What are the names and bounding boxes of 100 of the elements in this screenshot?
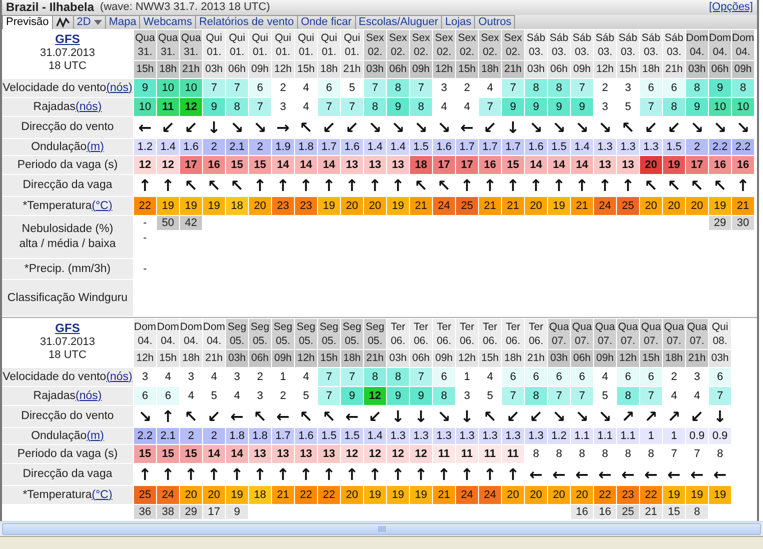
day-header: Sex 02. (433, 30, 455, 60)
day-header: Sex 02. (364, 30, 386, 60)
forecast-cell: 1.4 (571, 139, 593, 155)
forecast-cell: 16 (709, 156, 731, 174)
unit-link[interactable]: (nós) (76, 388, 102, 404)
forecast-cell: 9 (571, 98, 593, 116)
forecast-cell: 13 (318, 445, 340, 463)
day-header: Seg 05. (318, 319, 340, 349)
forecast-cell: 1.3 (502, 428, 524, 444)
model-link[interactable]: GFS (55, 321, 80, 335)
day-header: Seg 05. (341, 319, 363, 349)
nav-tab[interactable]: Mapa (104, 14, 140, 29)
forecast-cell: 20 (640, 197, 662, 215)
forecast-cell: 7 (640, 387, 662, 405)
day-header: Sáb 03. (617, 30, 639, 60)
forecast-cell: 1.3 (640, 139, 662, 155)
model-link[interactable]: GFS (55, 32, 80, 46)
forecast-cell: 20 (571, 486, 593, 504)
day-header: Qui 01. (203, 30, 225, 60)
forecast-cell: 20 (249, 197, 271, 215)
hour-header: 15h (479, 350, 501, 367)
day-header: Dom 04. (134, 319, 156, 349)
forecast-cell: 12 (134, 156, 156, 174)
forecast-cell: 1.7 (479, 139, 501, 155)
zigzag-line-icon (56, 16, 70, 28)
unit-link[interactable]: (°C) (92, 488, 112, 502)
run-date: 31.07.2013 (40, 336, 96, 348)
forecast-cell: 20 (525, 486, 547, 504)
forecast-cell: 18 (410, 156, 432, 174)
forecast-cell: 7 (226, 79, 248, 97)
forecast-cell: 6 (157, 387, 179, 405)
forecast-cell: 19 (226, 486, 248, 504)
forecast-cell: 1.4 (157, 139, 179, 155)
forecast-cell: 1.7 (456, 139, 478, 155)
hour-header: 09h (732, 61, 754, 78)
unit-link[interactable]: (m) (86, 428, 104, 444)
forecast-cell: 16 (203, 156, 225, 174)
forecast-cell: 6 (640, 368, 662, 386)
day-header: Sex 02. (410, 30, 432, 60)
forecast-cell: 19 (686, 486, 708, 504)
forecast-cell: 1.4 (364, 428, 386, 444)
unit-link[interactable]: (nós) (106, 80, 132, 96)
wave-model-info: (wave: NWW3 31.7. 2013 18 UTC) (100, 1, 270, 14)
cloud-cell: 50 (157, 216, 179, 230)
forecast-cell: 8 (410, 98, 432, 116)
forecast-cell: 10 (732, 98, 754, 116)
day-header: Ter 06. (525, 319, 547, 349)
forecast-cell: 20 (525, 197, 547, 215)
unit-link[interactable]: (nós) (76, 100, 102, 114)
nav-tab[interactable]: Outros (474, 14, 516, 29)
hour-header: 09h (410, 61, 432, 78)
graph-tab[interactable] (52, 14, 74, 29)
cloud-cell: 16 (571, 505, 593, 519)
day-header: Sáb 03. (640, 30, 662, 60)
run-time: 18 UTC (48, 60, 86, 72)
hour-header: 09h (249, 61, 271, 78)
forecast-cell: 1.2 (548, 428, 570, 444)
forecast-cell: 19 (709, 197, 731, 215)
forecast-cell: 24 (157, 486, 179, 504)
unit-link[interactable]: (°C) (92, 198, 112, 214)
nav-tab[interactable]: Lojas (441, 14, 476, 29)
forecast-cell: 8 (732, 79, 754, 97)
forecast-cell: 6 (502, 368, 524, 386)
forecast-cell: 16 (732, 156, 754, 174)
forecast-cell: 8 (525, 387, 547, 405)
forecast-cell: 19 (364, 486, 386, 504)
forecast-cell: 1.6 (180, 139, 202, 155)
cloud-cell: 29 (709, 216, 731, 230)
hour-header: 21h (663, 61, 685, 78)
day-header: Ter 06. (433, 319, 455, 349)
hour-header: 12h (594, 61, 616, 78)
day-header: Sex 02. (387, 30, 409, 60)
day-header: Sáb 03. (663, 30, 685, 60)
nav-tab[interactable]: Previsão (2, 14, 53, 29)
hour-header: 12h (272, 61, 294, 78)
forecast-cell: 19 (387, 197, 409, 215)
forecast-cell: 7 (571, 387, 593, 405)
forecast-cell: 14 (318, 156, 340, 174)
forecast-cell: 9 (502, 98, 524, 116)
forecast-cell: 14 (203, 445, 225, 463)
day-header: Sex 02. (502, 30, 524, 60)
unit-link[interactable]: (m) (86, 140, 104, 154)
cloud-cell: 9 (226, 505, 248, 519)
row-label: Direcção da vaga (2, 175, 133, 196)
forecast-cell: 7 (548, 387, 570, 405)
forecast-cell: 10 (157, 79, 179, 97)
forecast-cell: 10 (134, 98, 156, 116)
forecast-cell: 8 (548, 79, 570, 97)
row-label: *Temperatura(°C) (2, 486, 133, 504)
unit-link[interactable]: (nós) (106, 370, 132, 384)
forecast-cell: 7 (318, 98, 340, 116)
options-link[interactable]: [Opções] (708, 1, 753, 14)
day-header: Qui 01. (341, 30, 363, 60)
forecast-cell: 9 (134, 79, 156, 97)
day-header: Qui 01. (295, 30, 317, 60)
forecast-cell: 14 (548, 156, 570, 174)
forecast-cell: 2 (203, 139, 225, 155)
row-label: Rajadas(nós) (2, 98, 133, 116)
forecast-cell: 19 (709, 486, 731, 504)
nav-tab[interactable]: Escolas/Aluguer (354, 14, 442, 29)
